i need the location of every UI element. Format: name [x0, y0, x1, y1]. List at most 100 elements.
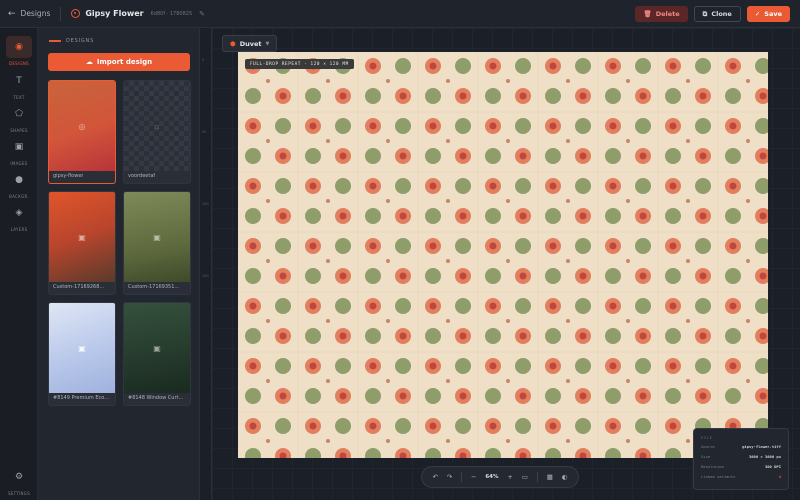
rail-item-designs[interactable]: ◉ DESIGNS — [0, 36, 38, 66]
rail-item-layers[interactable]: ◈ LAYERS — [0, 202, 38, 232]
rail-item-background[interactable]: ● BACKGR. — [0, 169, 38, 199]
zoom-in-button[interactable]: + — [507, 473, 512, 481]
small-dot — [506, 79, 510, 83]
sage-dot — [485, 268, 501, 284]
vertical-ruler: 0 50 100 150 — [200, 28, 212, 500]
small-dot — [626, 199, 630, 203]
sage-dot — [425, 208, 441, 224]
flower-center — [729, 122, 737, 130]
flower-center — [669, 242, 677, 250]
small-dot — [506, 259, 510, 263]
sage-dot — [365, 268, 381, 284]
flower-center — [759, 392, 767, 400]
design-meta: 6d80f · 1780825 — [150, 10, 193, 17]
sage-dot — [725, 208, 741, 224]
import-design-button[interactable]: ☁ Import design — [48, 53, 190, 71]
design-title[interactable]: Gipsy Flower — [85, 9, 143, 18]
small-dot — [446, 379, 450, 383]
info-value: gipsy-flower.tiff — [742, 444, 781, 449]
sage-dot — [665, 448, 681, 458]
delete-button[interactable]: 🗑 Delete — [635, 6, 688, 22]
small-dot — [266, 79, 270, 83]
flower-center — [549, 122, 557, 130]
divider — [461, 472, 463, 482]
info-key: Resolution — [701, 464, 724, 469]
flower-center — [399, 272, 407, 280]
sage-dot — [365, 208, 381, 224]
design-card[interactable]: ▣ #8148 Window Curt... — [123, 302, 191, 406]
flower-center — [669, 422, 677, 430]
flower-center — [519, 392, 527, 400]
sage-dot — [305, 388, 321, 404]
design-card[interactable]: ▫ voordeetaf — [123, 80, 191, 184]
small-dot — [446, 139, 450, 143]
flower-center — [459, 332, 467, 340]
sage-dot — [275, 298, 291, 314]
design-title-group: Gipsy Flower 6d80f · 1780825 ✎ — [71, 9, 205, 18]
sage-dot — [455, 58, 471, 74]
sage-dot — [755, 58, 768, 74]
sage-dot — [635, 58, 651, 74]
product-select[interactable]: ⬢ Duvet ▼ — [222, 35, 278, 52]
rail-item-images[interactable]: ▣ IMAGES — [0, 136, 38, 166]
sage-dot — [395, 418, 411, 434]
undo-icon[interactable]: ↶ — [432, 473, 437, 481]
zoom-level[interactable]: 64% — [485, 474, 498, 480]
clone-button[interactable]: ⧉ Clone — [693, 6, 741, 22]
sage-dot — [635, 298, 651, 314]
small-dot — [266, 199, 270, 203]
flower-center — [609, 182, 617, 190]
fit-screen-icon[interactable]: ▭ — [522, 473, 528, 481]
small-dot — [386, 439, 390, 443]
card-caption: #8148 Window Curt... — [128, 395, 184, 401]
pencil-icon[interactable]: ✎ — [199, 10, 205, 18]
sage-dot — [545, 448, 561, 458]
flower-center — [609, 122, 617, 130]
flower-center — [339, 272, 347, 280]
panel-heading: DESIGNS — [49, 38, 94, 44]
info-value: 4 — [778, 474, 781, 479]
sage-dot — [335, 298, 351, 314]
trash-icon: 🗑 — [643, 10, 652, 18]
flower-center — [339, 332, 347, 340]
zoom-toolbar: ↶ ↷ − 64% + ▭ ▦ ◐ — [421, 466, 579, 488]
small-dot — [326, 199, 330, 203]
rail-label: BACKGR. — [9, 194, 29, 199]
grid-toggle-icon[interactable]: ▦ — [547, 473, 553, 481]
design-card[interactable]: ◎ gipsy-flower — [48, 80, 116, 184]
sage-dot — [275, 418, 291, 434]
flower-center — [699, 212, 707, 220]
sage-dot — [515, 58, 531, 74]
small-dot — [386, 319, 390, 323]
design-card[interactable]: ▣ Custom-17169268... — [48, 191, 116, 295]
flower-center — [249, 122, 257, 130]
flower-center — [669, 182, 677, 190]
flower-center — [249, 422, 257, 430]
flower-center — [699, 92, 707, 100]
flower-center — [489, 182, 497, 190]
flower-center — [399, 152, 407, 160]
zoom-out-button[interactable]: − — [471, 473, 476, 481]
sage-dot — [515, 238, 531, 254]
rail-item-settings[interactable]: ⚙ SETTINGS — [0, 466, 38, 496]
pattern-artboard[interactable] — [238, 52, 768, 458]
sage-dot — [665, 208, 681, 224]
rail-item-text[interactable]: T TEXT — [0, 70, 38, 100]
redo-icon[interactable]: ↷ — [447, 473, 452, 481]
flower-center — [279, 92, 287, 100]
flower-center — [459, 272, 467, 280]
small-dot — [686, 259, 690, 263]
file-info-card: FILE Source gipsy-flower.tiff Size 3600 … — [693, 428, 789, 490]
design-card[interactable]: ▣ Custom-17169351... — [123, 191, 191, 295]
small-dot — [266, 259, 270, 263]
back-to-designs-link[interactable]: ← Designs — [8, 9, 50, 19]
save-button[interactable]: ✓ Save — [746, 6, 790, 22]
flower-center — [369, 242, 377, 250]
delete-label: Delete — [655, 10, 680, 18]
design-card[interactable]: ▣ #8149 Premium Eco... — [48, 302, 116, 406]
contrast-icon[interactable]: ◐ — [562, 473, 568, 481]
small-dot — [266, 379, 270, 383]
rail-item-shapes[interactable]: ⬠ SHAPES — [0, 103, 38, 133]
save-label: Save — [764, 10, 782, 18]
sage-dot — [575, 298, 591, 314]
